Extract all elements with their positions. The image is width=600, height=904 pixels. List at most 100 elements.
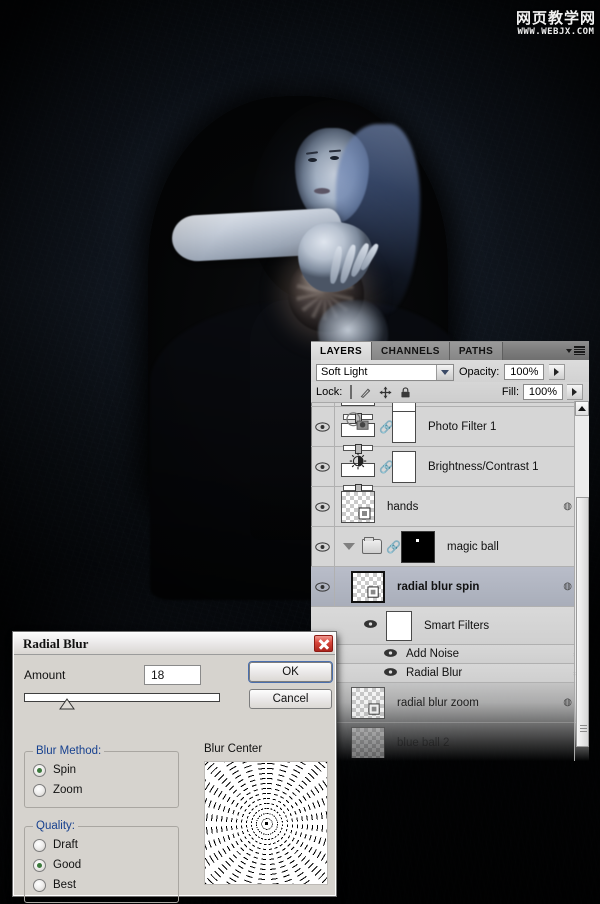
group-mask-thumbnail[interactable] (401, 530, 435, 563)
smart-object-badge-icon: ◍ (563, 501, 572, 512)
layer-name: radial blur zoom (397, 696, 479, 709)
link-mask-icon[interactable]: 🔗 (386, 540, 401, 554)
layer-mask-thumbnail[interactable] (392, 410, 416, 443)
ok-button[interactable]: OK (248, 661, 333, 683)
link-mask-icon[interactable]: 🔗 (379, 460, 394, 474)
radio-zoom-indicator[interactable] (33, 783, 46, 797)
table-row[interactable]: 🔗 Photo Filter 1 (311, 407, 589, 454)
table-row-selected[interactable]: radial blur spin ◍ (311, 567, 589, 607)
smart-filter-row[interactable]: Add Noise ≛ (311, 645, 589, 664)
blur-center-preview[interactable] (204, 761, 328, 885)
smart-filter-mask-thumbnail[interactable] (386, 610, 412, 641)
radio-good-label: Good (53, 859, 82, 871)
radio-best-indicator[interactable] (33, 878, 46, 892)
opacity-input[interactable]: 100% (504, 364, 545, 380)
fill-label: Fill: (501, 386, 519, 398)
table-row[interactable]: 🔗 magic ball (311, 527, 589, 567)
layer-thumbnail[interactable] (341, 490, 375, 523)
radio-good-indicator[interactable] (33, 858, 46, 872)
chevron-down-icon[interactable] (436, 364, 453, 380)
smart-object-badge-icon: ◍ (563, 581, 572, 592)
blur-center-label: Blur Center (204, 743, 263, 755)
radio-zoom[interactable]: Zoom (33, 780, 170, 800)
lock-all-icon[interactable] (399, 386, 412, 399)
layer-thumbnail[interactable] (351, 570, 385, 603)
smart-filters-visibility-toggle[interactable] (363, 619, 378, 632)
layer-visibility-toggle[interactable] (311, 527, 335, 566)
layer-thumbnail[interactable] (351, 686, 385, 719)
blur-method-legend: Blur Method: (36, 745, 102, 757)
screenshot-root: 网页教学网 WWW.WEBJX.COM LAYERS CHANNELS PATH… (0, 0, 600, 904)
adjustment-thumbnail[interactable] (341, 451, 375, 494)
watermark-url: WWW.WEBJX.COM (517, 27, 595, 37)
radial-blur-dialog: Radial Blur Amount 18 Blur Method: Spin … (12, 631, 337, 903)
layer-visibility-toggle[interactable] (311, 403, 335, 406)
smart-filter-visibility-toggle[interactable] (383, 648, 398, 661)
layer-visibility-toggle[interactable] (311, 447, 335, 486)
lock-row: Lock: Fill: 100% (311, 382, 589, 403)
table-row[interactable]: blue ball 2 (311, 723, 589, 758)
adjustment-thumbnail[interactable] (341, 411, 375, 454)
layer-name: radial blur spin (397, 580, 480, 593)
blend-mode-value: Soft Light (321, 366, 368, 378)
quality-legend: Quality: (36, 820, 75, 832)
layer-name: magic ball (447, 540, 499, 553)
close-icon[interactable] (314, 635, 333, 652)
radio-draft-indicator[interactable] (33, 838, 46, 852)
fill-stepper-icon[interactable] (567, 384, 583, 400)
layer-name: Photo Filter 1 (428, 420, 497, 433)
smart-filters-label: Smart Filters (424, 619, 490, 632)
watermark: 网页教学网 WWW.WEBJX.COM (516, 11, 596, 37)
smart-object-badge-icon: ◍ (563, 697, 572, 708)
smart-filter-visibility-toggle[interactable] (383, 667, 398, 680)
layer-visibility-toggle[interactable] (311, 567, 335, 606)
folder-icon (362, 537, 382, 554)
layer-visibility-toggle[interactable] (311, 407, 335, 446)
tab-layers[interactable]: LAYERS (311, 342, 373, 360)
layer-visibility-toggle[interactable] (311, 487, 335, 526)
radio-draft-label: Draft (53, 839, 78, 851)
table-row[interactable]: radial blur zoom ◍ (311, 683, 589, 723)
radio-spin-label: Spin (53, 764, 77, 776)
radio-spin-indicator[interactable] (33, 763, 46, 777)
amount-label: Amount (24, 668, 66, 682)
radio-draft[interactable]: Draft (33, 835, 170, 855)
smart-filters-row[interactable]: Smart Filters (311, 607, 589, 645)
layers-scrollbar[interactable] (574, 401, 589, 761)
radio-good[interactable]: Good (33, 855, 170, 875)
panel-tab-bar: LAYERS CHANNELS PATHS (311, 341, 589, 360)
dialog-title-bar[interactable]: Radial Blur (14, 633, 335, 655)
slider-thumb[interactable] (59, 698, 75, 710)
lock-image-pixels-icon[interactable] (359, 386, 372, 399)
radio-best[interactable]: Best (33, 875, 170, 895)
scrollbar-grip-icon (580, 725, 587, 732)
layer-mask-thumbnail[interactable] (392, 450, 416, 483)
group-expand-caret-icon[interactable] (343, 543, 355, 550)
fill-input[interactable]: 100% (523, 384, 563, 400)
radio-spin[interactable]: Spin (33, 760, 170, 780)
link-mask-icon[interactable]: 🔗 (379, 420, 394, 434)
layer-thumbnail[interactable] (351, 727, 385, 758)
layer-name: blue ball 2 (397, 737, 450, 749)
blend-mode-select[interactable]: Soft Light (316, 363, 454, 381)
opacity-stepper-icon[interactable] (549, 364, 566, 380)
smart-filter-row[interactable]: Radial Blur ≛ (311, 664, 589, 683)
tab-channels[interactable]: CHANNELS (372, 342, 450, 360)
table-row[interactable]: hands ◍ (311, 487, 589, 527)
amount-input[interactable]: 18 (144, 665, 201, 685)
panel-menu-icon[interactable] (565, 344, 585, 357)
scrollbar-thumb[interactable] (576, 497, 589, 747)
table-row[interactable]: 🔗 Brightness/Contrast 1 (311, 447, 589, 494)
blur-center-point (264, 821, 268, 825)
blend-opacity-row: Soft Light Opacity: 100% (311, 360, 589, 382)
slider-track[interactable] (24, 693, 220, 702)
panel-menu-triangle-icon (566, 348, 572, 353)
scroll-up-button[interactable] (575, 401, 589, 416)
lock-transparency-icon[interactable] (350, 385, 353, 399)
tab-paths[interactable]: PATHS (449, 342, 504, 360)
cancel-button[interactable]: Cancel (249, 689, 332, 709)
lock-position-icon[interactable] (379, 386, 392, 399)
radio-zoom-label: Zoom (53, 784, 83, 796)
layer-list[interactable]: 🔗 Channel Mixer 1 🔗 (311, 403, 589, 758)
amount-slider[interactable] (24, 693, 220, 711)
